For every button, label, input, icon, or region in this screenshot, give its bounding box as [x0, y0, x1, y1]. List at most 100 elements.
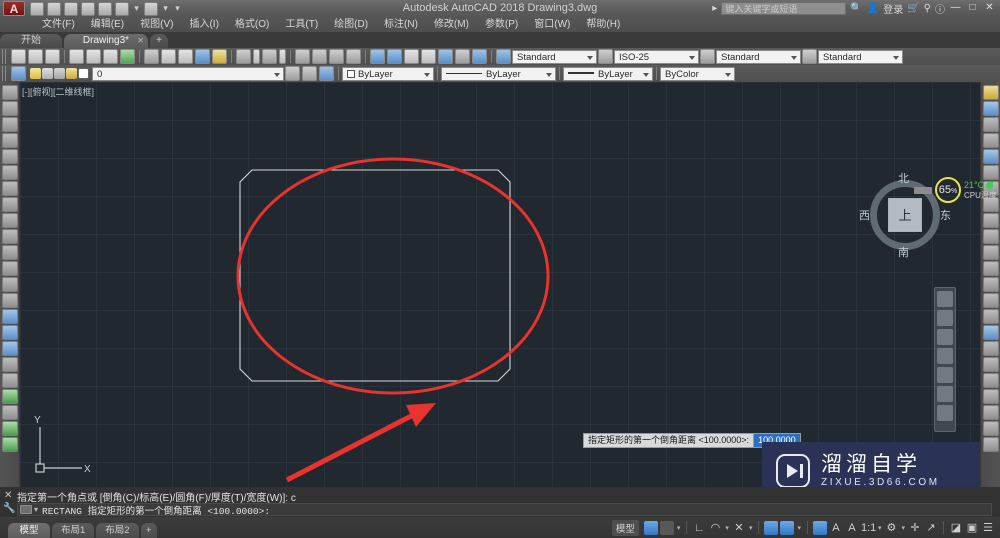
undo-dropdown-icon[interactable]	[253, 49, 260, 64]
command-input-line[interactable]: ▾ RECTANG 指定矩形的第一个倒角距离 <100.0000>:	[17, 503, 992, 517]
designcenter-icon[interactable]	[370, 49, 385, 64]
layout-tab-layout2[interactable]: 布局2	[96, 523, 139, 538]
isometric-drafting-toggle[interactable]: ✕	[732, 521, 746, 535]
fillet-icon[interactable]	[982, 309, 999, 324]
layer-states-icon[interactable]	[455, 49, 470, 64]
customization-menu-icon[interactable]: ☰	[981, 521, 995, 535]
ortho-mode-toggle[interactable]: ∟	[692, 521, 706, 535]
menu-parametric[interactable]: 参数(P)	[477, 18, 526, 32]
object-snap-toggle[interactable]	[780, 520, 795, 535]
layer-previous-icon[interactable]	[285, 66, 300, 81]
table-icon[interactable]	[1, 357, 18, 372]
edit-spline-icon[interactable]	[982, 357, 999, 372]
edit-hatch-icon[interactable]	[982, 373, 999, 388]
layer-on-icon[interactable]	[30, 68, 41, 79]
erase-icon[interactable]	[982, 85, 999, 100]
navigation-settings-icon[interactable]	[937, 386, 953, 402]
wipeout-icon[interactable]	[1, 405, 18, 420]
layer-combo[interactable]: 0	[92, 66, 284, 81]
chevron-down-icon[interactable]: ▾	[677, 524, 681, 532]
layer-color-swatch[interactable]	[78, 68, 89, 79]
polygon-icon[interactable]	[1, 133, 18, 148]
chevron-down-icon[interactable]: ▾	[797, 524, 801, 532]
layout-tab-layout1[interactable]: 布局1	[52, 523, 95, 538]
dim-style-combo[interactable]: ISO-25	[614, 49, 699, 64]
menu-draw[interactable]: 绘图(D)	[326, 18, 376, 32]
annotation-scale-auto-icon[interactable]: ↗	[924, 521, 938, 535]
text-style-combo[interactable]: Standard	[512, 49, 597, 64]
ellipse-arc-icon[interactable]	[1, 245, 18, 260]
make-block-icon[interactable]	[1, 277, 18, 292]
explode-icon[interactable]	[982, 325, 999, 340]
redo-icon[interactable]	[262, 49, 277, 64]
edit-polyline-icon[interactable]	[982, 341, 999, 356]
help-icon[interactable]: ⓘ	[935, 1, 945, 16]
minimize-button[interactable]: —	[949, 2, 962, 15]
menu-modify[interactable]: 修改(M)	[426, 18, 477, 32]
layout-tab-model[interactable]: 模型	[8, 523, 50, 538]
lineweight-display-toggle[interactable]	[812, 520, 827, 535]
new-layout-button[interactable]: +	[140, 523, 157, 538]
tab-start[interactable]: 开始	[0, 34, 62, 48]
clean-screen-icon[interactable]: ▣	[965, 521, 979, 535]
zoom-extents-icon[interactable]	[937, 329, 953, 345]
lineweight-combo[interactable]: ByLayer	[563, 66, 653, 81]
array-icon[interactable]	[982, 149, 999, 164]
check-icon[interactable]	[1, 421, 18, 436]
new-tab-button[interactable]: +	[150, 34, 168, 48]
view-cube-south-label[interactable]: 南	[898, 244, 909, 260]
command-line-close-icon[interactable]: ✕	[4, 490, 12, 501]
trim-icon[interactable]	[982, 229, 999, 244]
autodesk-store-icon[interactable]: 🛒	[907, 3, 919, 14]
mleader-style-combo[interactable]: Standard	[818, 49, 903, 64]
edit-attribute-icon[interactable]	[982, 405, 999, 420]
edit-text-icon[interactable]	[982, 421, 999, 436]
layer-properties-icon[interactable]	[11, 66, 26, 81]
transparency-toggle[interactable]: A	[829, 521, 843, 535]
menu-tools[interactable]: 工具(T)	[277, 18, 326, 32]
edit-array-icon[interactable]	[982, 389, 999, 404]
annotation-scale-toggle[interactable]: 1:1	[861, 521, 876, 535]
copy-object-icon[interactable]	[982, 101, 999, 116]
layer-match-icon[interactable]	[319, 66, 334, 81]
chevron-down-icon[interactable]: ▾	[901, 524, 905, 532]
toolbar-grip[interactable]	[2, 66, 8, 81]
offset-icon[interactable]	[982, 133, 999, 148]
line-icon[interactable]	[1, 85, 18, 100]
signin-label[interactable]: 登录	[883, 1, 903, 16]
layer-lock-icon[interactable]	[66, 68, 77, 79]
arc-icon[interactable]	[1, 165, 18, 180]
zoom-window-icon[interactable]	[329, 49, 344, 64]
table-style-combo[interactable]: Standard	[716, 49, 801, 64]
view-cube-north-label[interactable]: 北	[898, 170, 909, 186]
menu-format[interactable]: 格式(O)	[227, 18, 277, 32]
3dprint-icon[interactable]	[120, 49, 135, 64]
menu-help[interactable]: 帮助(H)	[578, 18, 628, 32]
preview-icon[interactable]	[86, 49, 101, 64]
color-combo[interactable]: ByLayer	[342, 66, 434, 81]
menu-insert[interactable]: 插入(I)	[181, 18, 226, 32]
region-icon[interactable]	[1, 341, 18, 356]
menu-edit[interactable]: 编辑(E)	[83, 18, 132, 32]
viewport-label[interactable]: [-][俯视][二维线框]	[22, 85, 94, 98]
circle-icon[interactable]	[1, 181, 18, 196]
polyline-icon[interactable]	[1, 117, 18, 132]
toolbar-grip[interactable]	[2, 49, 8, 64]
isolate-objects-icon[interactable]: ◪	[949, 521, 963, 535]
chevron-down-icon[interactable]: ▾	[34, 505, 38, 514]
edit-reference-icon[interactable]	[982, 437, 999, 452]
plot-icon[interactable]	[69, 49, 84, 64]
text-style-icon[interactable]	[496, 49, 511, 64]
navigation-more-icon[interactable]	[937, 405, 953, 421]
layer-freeze-vp-icon[interactable]	[54, 68, 65, 79]
gradient-icon[interactable]	[1, 325, 18, 340]
search-input[interactable]: 键入关键字或短语	[721, 2, 847, 15]
polar-tracking-toggle[interactable]: ◠	[708, 521, 722, 535]
maximize-button[interactable]: □	[966, 2, 979, 15]
object-snap-tracking-toggle[interactable]	[764, 520, 779, 535]
infocenter-expand-icon[interactable]: ▸	[712, 3, 717, 14]
markupset-icon[interactable]	[421, 49, 436, 64]
menu-file[interactable]: 文件(F)	[34, 18, 83, 32]
blockeditor-icon[interactable]	[212, 49, 227, 64]
insert-block-icon[interactable]	[1, 261, 18, 276]
